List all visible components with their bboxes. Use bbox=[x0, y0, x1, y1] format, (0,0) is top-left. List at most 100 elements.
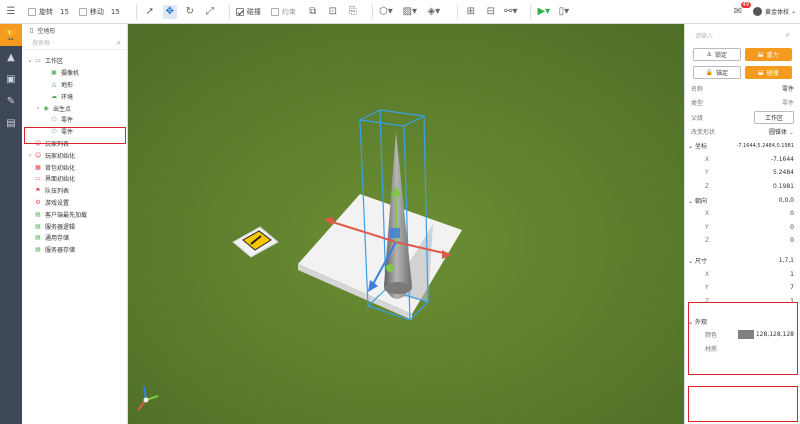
rotate-value[interactable]: 15 bbox=[60, 8, 69, 16]
type-label: 类型 bbox=[691, 99, 704, 107]
node-type-icon: ▭ bbox=[35, 175, 41, 183]
tree-node[interactable]: ☁ 环境 bbox=[22, 90, 127, 102]
expand-chevron-icon[interactable]: › bbox=[26, 152, 34, 159]
anchor-button[interactable]: 🔒 锚定 bbox=[693, 66, 741, 79]
tree-node[interactable]: › ◉ 出生点 bbox=[22, 102, 127, 114]
chevron-down-icon: ⌄ bbox=[688, 197, 694, 205]
mail-icon[interactable]: ✉ 49 bbox=[731, 1, 751, 19]
node-type-icon: ☺ bbox=[34, 151, 42, 159]
cube-dropdown-icon[interactable]: ⬡▾ bbox=[379, 5, 393, 19]
rotate-checkbox[interactable] bbox=[28, 7, 36, 16]
props-search-input[interactable]: 请输入 ⌕ bbox=[685, 24, 800, 46]
divider bbox=[529, 4, 531, 19]
tree-node[interactable]: ⌄ ▭ 工作区 bbox=[22, 55, 127, 67]
store-icon[interactable]: ▤ bbox=[0, 112, 22, 134]
node-type-icon: ◬ bbox=[51, 80, 57, 88]
tree-node[interactable]: ▤ 客户端最先加载 bbox=[22, 208, 127, 220]
tree-node-label: 界面初始化 bbox=[45, 176, 76, 184]
divider bbox=[135, 4, 137, 19]
tree-node[interactable]: ⚑ 队伍列表 bbox=[22, 185, 127, 197]
terrain-icon[interactable]: ▲ bbox=[0, 46, 22, 68]
align-icon[interactable]: ⊞ bbox=[464, 5, 478, 19]
scene-tab[interactable]: ▯ 空地形 bbox=[22, 24, 127, 36]
divider bbox=[456, 4, 458, 19]
expand-chevron-icon[interactable]: ⌄ bbox=[26, 57, 34, 64]
constraint-checkbox[interactable] bbox=[270, 7, 279, 16]
move-snap-toggle[interactable]: 移动 15 bbox=[78, 7, 120, 17]
select-tool-icon[interactable]: ➚ bbox=[143, 5, 157, 19]
terrain-dropdown-icon[interactable]: ▨▾ bbox=[403, 5, 417, 19]
orient-z-row: Z0 bbox=[685, 234, 800, 248]
search-icon[interactable]: ⌕ bbox=[117, 38, 121, 48]
tree-node-label: 零件 bbox=[61, 117, 74, 125]
tree-node-label: 服务器存储 bbox=[45, 247, 76, 255]
user-menu-chevron-icon[interactable]: ⌄ bbox=[791, 8, 796, 15]
move-value[interactable]: 15 bbox=[111, 8, 120, 16]
tree-node[interactable]: ▤ 通用存储 bbox=[22, 232, 127, 244]
tree-node[interactable]: ⚙ 游戏设置 bbox=[22, 197, 127, 209]
lock-label: 锁定 bbox=[714, 52, 727, 59]
expand-chevron-icon[interactable]: › bbox=[34, 105, 42, 112]
orient-value: 0,0,0 bbox=[778, 196, 794, 204]
gizmo-plane-handle[interactable] bbox=[390, 228, 400, 238]
device-dropdown-icon[interactable]: ▯▾ bbox=[557, 5, 571, 19]
gravity-label: 重力 bbox=[766, 52, 779, 59]
scene-canvas[interactable] bbox=[128, 24, 684, 424]
ungroup-icon[interactable]: ⊡ bbox=[326, 5, 340, 19]
script-icon[interactable]: ✎ bbox=[0, 90, 22, 112]
coord-z-row: Z 0.1981 bbox=[685, 180, 800, 194]
size-section[interactable]: ⌄ 尺寸 1,7,1 bbox=[685, 254, 800, 268]
paint-dropdown-icon[interactable]: ◈▾ bbox=[427, 5, 441, 19]
tree-node[interactable]: › ☺ 玩家初始化 bbox=[22, 149, 127, 161]
orient-x-input[interactable]: 0 bbox=[790, 210, 794, 217]
username[interactable]: 黄金体校 bbox=[765, 7, 789, 16]
shape-select[interactable]: 圆锥体 ⌄ bbox=[769, 127, 794, 136]
coord-z-input[interactable]: 0.1981 bbox=[773, 183, 794, 190]
play-icon[interactable]: ▶▾ bbox=[537, 5, 551, 19]
coord-y-input[interactable]: 5.2484 bbox=[773, 169, 794, 176]
parent-button[interactable]: 工作区 bbox=[753, 110, 794, 124]
tree-node[interactable]: ⬡ 零件 bbox=[22, 114, 127, 126]
collision-checkbox[interactable] bbox=[235, 7, 244, 16]
scale-tool-icon[interactable]: ⤢ bbox=[203, 5, 217, 19]
coord-x-input[interactable]: -7.1644 bbox=[771, 156, 794, 163]
tree-node[interactable]: ▣ 摄像机 bbox=[22, 67, 127, 79]
tree-node[interactable]: ▤ 服务器逻辑 bbox=[22, 220, 127, 232]
folder-add-icon[interactable]: ▣ bbox=[0, 68, 22, 90]
size-x-input[interactable]: 1 bbox=[790, 271, 794, 278]
collide-button[interactable]: ⬓ 碰撞 bbox=[744, 66, 792, 79]
group-icon[interactable]: ⧉ bbox=[306, 5, 320, 19]
search-icon[interactable]: ⌕ bbox=[786, 30, 790, 40]
orient-section[interactable]: ⌄ 朝向 0,0,0 bbox=[685, 193, 800, 207]
tree-node[interactable]: ▦ 背包初始化 bbox=[22, 161, 127, 173]
copy-icon[interactable]: ⎘ bbox=[346, 5, 360, 19]
coord-section[interactable]: ⌄ 坐标 -7.1644,5.2484,0.1981 bbox=[685, 139, 800, 153]
3d-viewport[interactable] bbox=[128, 24, 684, 424]
tree-node[interactable]: ▤ 服务器存储 bbox=[22, 244, 127, 256]
gizmo-handle-green[interactable] bbox=[386, 264, 394, 272]
gravity-button[interactable]: ⬓ 重力 bbox=[744, 48, 792, 61]
scene-tree-panel: ▯ 空地形 搜索框 ⌕ ⌄ ▭ 工作区 ▣ 摄像机 ◬ 地形 ☁ 环境 › ◉ 出生点 ⬡ 零件 ⬡ 零件 ☺ 玩… bbox=[22, 24, 128, 424]
collision-toggle[interactable]: 碰撞 bbox=[235, 7, 261, 17]
move-tool-icon[interactable]: ✥ bbox=[162, 4, 177, 19]
tree-node[interactable]: ▭ 界面初始化 bbox=[22, 173, 127, 185]
size-y-input[interactable]: 7 bbox=[790, 284, 794, 291]
orient-z-input[interactable]: 0 bbox=[790, 237, 794, 244]
trophy-icon[interactable]: 🏆 bbox=[0, 24, 22, 46]
rotate-tool-icon[interactable]: ↻ bbox=[183, 5, 197, 19]
orient-y-input[interactable]: 0 bbox=[790, 224, 794, 231]
constraint-toggle[interactable]: 约束 bbox=[270, 7, 296, 17]
tree-search-input[interactable]: 搜索框 ⌕ bbox=[22, 36, 127, 50]
tree-node[interactable]: ◬ 地形 bbox=[22, 79, 127, 91]
name-value[interactable]: 零件 bbox=[782, 84, 794, 93]
tree-node-label: 摄像机 bbox=[61, 70, 80, 78]
move-checkbox[interactable] bbox=[78, 7, 87, 16]
menu-icon[interactable]: ☰ bbox=[4, 5, 18, 19]
mirror-icon[interactable]: ⊟ bbox=[484, 5, 498, 19]
lock-button[interactable]: ⚓ 锁定 bbox=[693, 48, 741, 61]
scene-tab-label: 空地形 bbox=[37, 27, 56, 35]
user-avatar[interactable] bbox=[752, 7, 762, 16]
rotate-snap-toggle[interactable]: 旋转 15 bbox=[28, 7, 69, 17]
collision-label: 碰撞 bbox=[246, 7, 261, 16]
link-dropdown-icon[interactable]: ⚯▾ bbox=[504, 5, 518, 19]
